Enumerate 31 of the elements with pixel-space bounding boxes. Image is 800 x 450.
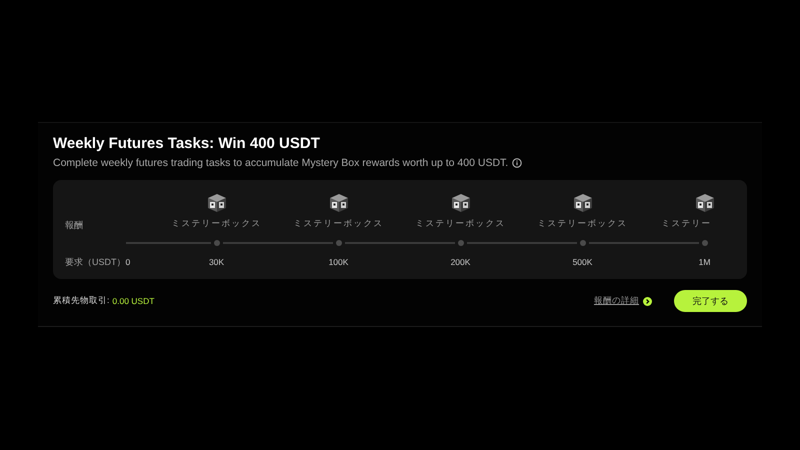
mystery-box-icon xyxy=(328,193,348,213)
info-icon[interactable] xyxy=(512,158,522,168)
requirement-value: 30K xyxy=(208,257,224,267)
requirement-value: 0 xyxy=(126,257,130,267)
card-title: Weekly Futures Tasks: Win 400 USDT xyxy=(53,135,320,152)
reward-label: ミステリー xyxy=(662,218,712,229)
mystery-box-icon xyxy=(450,193,470,213)
reward-label: ミステリーボックス xyxy=(416,218,506,229)
requirement-value: 200K xyxy=(450,257,470,267)
details-link[interactable]: 報酬の詳細 xyxy=(594,295,639,307)
requirement-value: 100K xyxy=(328,257,348,267)
requirement-value: 1M xyxy=(698,257,710,267)
card-subtitle: Complete weekly futures trading tasks to accumulate Mystery Box rewards worth up to 400 USDT. xyxy=(53,157,508,169)
mystery-box-icon xyxy=(206,193,226,213)
requirement-value: 500K xyxy=(572,257,592,267)
mystery-box-icon xyxy=(572,193,592,213)
row-label: 報酬 xyxy=(65,219,84,232)
volume-label: 累積先物取引: xyxy=(53,295,110,307)
milestone-dot xyxy=(580,240,586,246)
row-label: 要求（USDT） xyxy=(65,256,126,269)
reward-label: ミステリーボックス xyxy=(172,218,262,229)
milestone-dot xyxy=(336,240,342,246)
complete-button[interactable]: 完了する xyxy=(674,290,747,312)
reward-label: ミステリーボックス xyxy=(294,218,384,229)
mystery-box-icon xyxy=(694,193,714,213)
milestone-dot xyxy=(458,240,464,246)
reward-label: ミステリーボックス xyxy=(538,218,628,229)
milestone-dot xyxy=(214,240,220,246)
volume-value: 0.00 USDT xyxy=(112,296,154,306)
arrow-right-icon[interactable] xyxy=(643,296,652,306)
milestone-dot xyxy=(702,240,708,246)
